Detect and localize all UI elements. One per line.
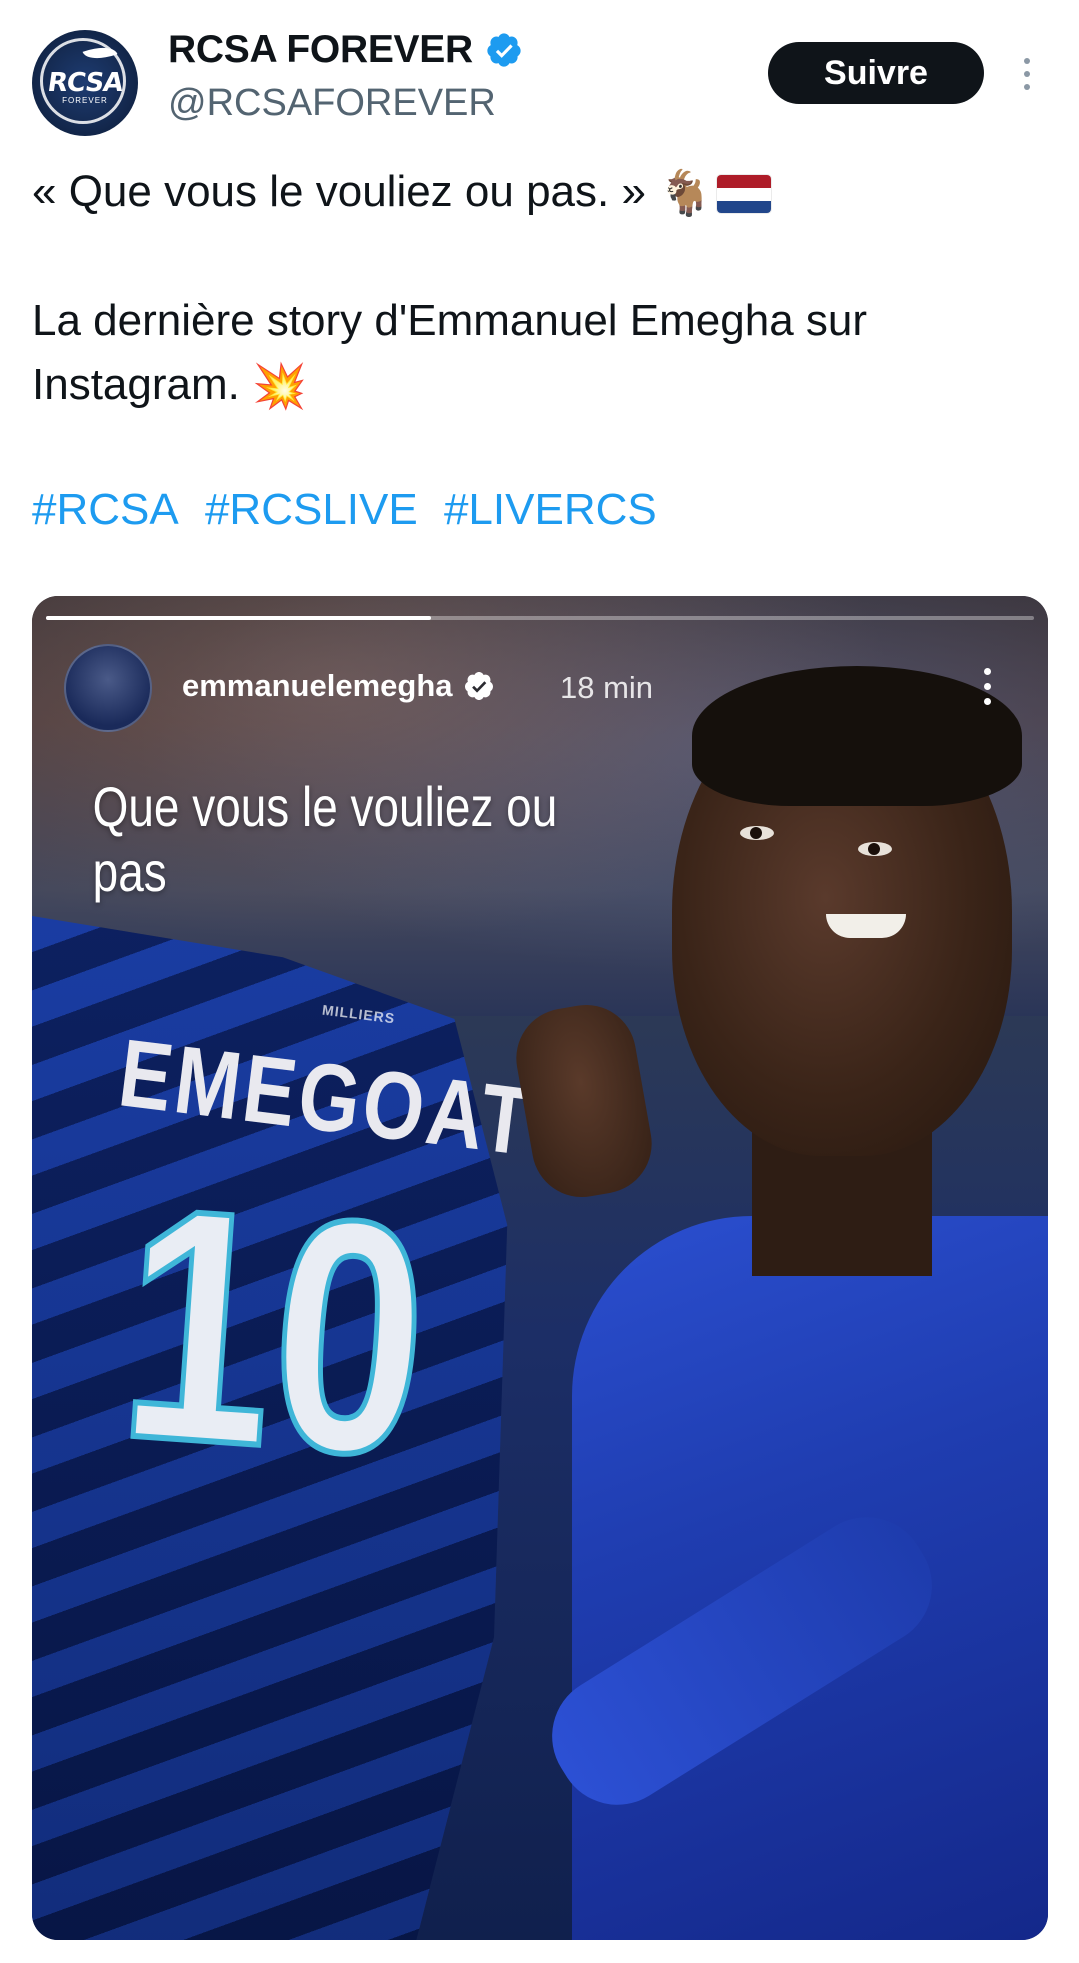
tweet-quote: « Que vous le vouliez ou pas. » xyxy=(32,167,646,216)
story-caption: Que vous le vouliez ou pas xyxy=(92,775,558,903)
account-name-row[interactable]: RCSA FOREVER xyxy=(168,28,523,72)
story-username[interactable]: emmanuelemegha xyxy=(182,668,453,704)
account-handle[interactable]: @RCSAFOREVER xyxy=(168,82,496,125)
tweet-header: RCSA FOREVER RCSA FOREVER @RCSAFOREVER S… xyxy=(0,0,1079,140)
more-options-icon[interactable] xyxy=(1006,48,1046,100)
player-hand-shape xyxy=(508,997,660,1205)
hashtag-row: #RCSA #RCSLIVE #LIVERCS xyxy=(32,485,671,535)
tweet-text-body: La dernière story d'Emmanuel Emegha sur … xyxy=(32,289,1052,419)
story-media-image[interactable]: MILLIERS EMEGOAT 10 emmanuelemegha 18 mi… xyxy=(32,596,1048,1940)
avatar-logo-subtext: FOREVER xyxy=(62,96,108,105)
avatar-logo-text: RCSA xyxy=(45,68,125,98)
story-username-row[interactable]: emmanuelemegha xyxy=(182,668,495,704)
netherlands-flag-icon xyxy=(716,175,771,214)
jersey-number: 10 xyxy=(108,1134,439,1529)
hashtag-link[interactable]: #RCSA xyxy=(32,485,179,534)
account-avatar[interactable]: RCSA FOREVER xyxy=(32,30,138,136)
tweet-text-line1: « Que vous le vouliez ou pas. » 🐐 xyxy=(32,160,1052,226)
player-eye-right xyxy=(858,842,892,856)
hashtag-link[interactable]: #RCSLIVE xyxy=(205,485,418,534)
account-name[interactable]: RCSA FOREVER xyxy=(168,28,473,72)
story-more-icon[interactable] xyxy=(972,662,1002,712)
verified-badge-icon xyxy=(464,672,493,700)
story-progress-fill xyxy=(46,616,432,620)
story-timestamp: 18 min xyxy=(560,670,654,705)
goat-emoji-icon: 🐐 xyxy=(658,169,713,219)
follow-button[interactable]: Suivre xyxy=(768,42,984,104)
player-smile xyxy=(826,914,906,938)
player-eye-left xyxy=(740,826,774,840)
hashtag-link[interactable]: #LIVERCS xyxy=(444,485,657,534)
story-progress-track xyxy=(46,616,1034,620)
collision-emoji-icon: 💥 xyxy=(252,362,307,412)
verified-badge-icon xyxy=(487,33,521,67)
story-avatar[interactable] xyxy=(64,644,152,732)
tweet-body-text: La dernière story d'Emmanuel Emegha sur … xyxy=(32,296,868,409)
